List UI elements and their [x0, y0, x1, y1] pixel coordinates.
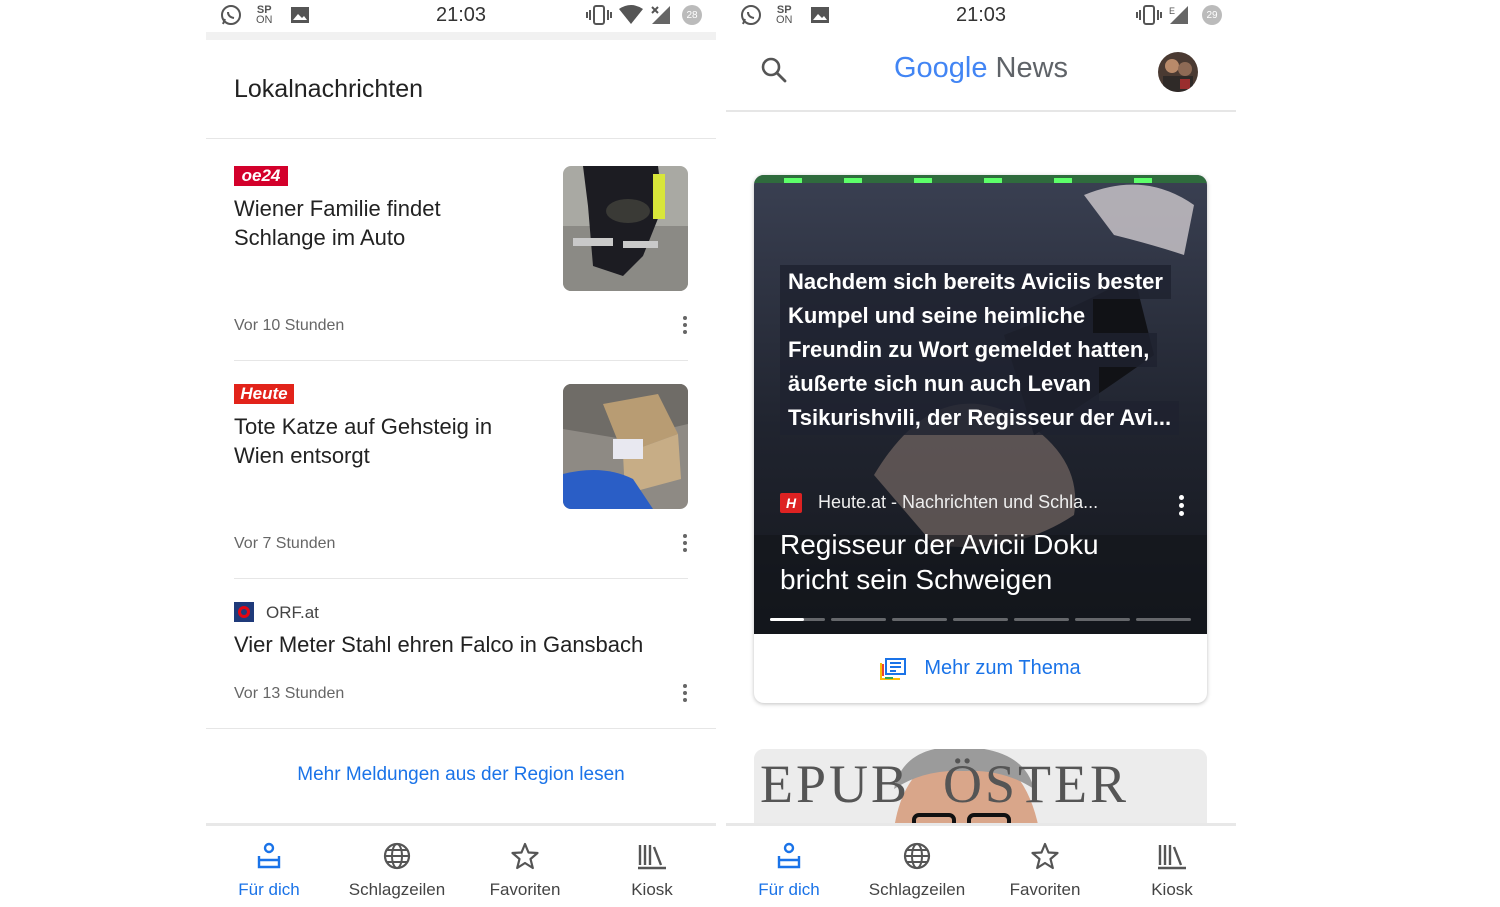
svg-text:E: E [1169, 6, 1175, 16]
for-you-icon [209, 840, 329, 872]
globe-icon [857, 840, 977, 872]
section-title: Lokalnachrichten [234, 75, 424, 103]
signal-icon: E [1168, 4, 1192, 26]
more-topic-button[interactable]: Mehr zum Thema [754, 634, 1207, 703]
story-title[interactable]: Regisseur der Avicii Doku bricht sein Sc… [780, 527, 1099, 597]
bottom-navigation: Für dich Schlagzeilen Favoriten Kiosk [206, 823, 716, 907]
divider [234, 360, 688, 361]
status-bar: SP ON 21:03 28 [206, 0, 716, 32]
wifi-icon [618, 4, 644, 26]
full-coverage-icon [880, 657, 907, 680]
bottom-navigation: Für dich Schlagzeilen Favoriten Kiosk [726, 823, 1236, 907]
heute-logo: H [780, 492, 802, 513]
story-snippet: Nachdem sich bereits Aviciis bester Kump… [780, 265, 1180, 435]
signal-icon [650, 4, 672, 26]
more-options-icon[interactable] [682, 532, 688, 554]
nav-headlines[interactable]: Schlagzeilen [337, 840, 457, 900]
more-options-icon[interactable] [1179, 495, 1185, 519]
article-card[interactable]: ORF.at Vier Meter Stahl ehren Falco in G… [234, 600, 688, 720]
nav-favorites[interactable]: Favoriten [465, 840, 585, 900]
article-time: Vor 7 Stunden [234, 535, 336, 552]
for-you-icon [729, 840, 849, 872]
right-screen: SP ON 21:03 E 29 Google News Nachdem sic… [726, 0, 1236, 907]
article-time: Vor 10 Stunden [234, 317, 345, 334]
newsstand-icon [592, 840, 712, 872]
battery-icon: 28 [682, 4, 702, 26]
divider [234, 578, 688, 579]
story-hero-image[interactable]: Nachdem sich bereits Aviciis bester Kump… [754, 175, 1207, 634]
story-card[interactable]: EPUB ÖSTER [754, 749, 1207, 829]
nav-for-you[interactable]: Für dich [729, 840, 849, 900]
article-thumbnail[interactable] [563, 166, 688, 291]
status-bar: SP ON 21:03 E 29 [726, 0, 1236, 32]
article-thumbnail[interactable] [563, 384, 688, 509]
globe-icon [337, 840, 457, 872]
app-header: Google News [726, 32, 1236, 112]
article-time: Vor 13 Stunden [234, 685, 345, 702]
article-card[interactable]: Heute Tote Katze auf Gehsteig in Wien en… [234, 384, 688, 574]
more-options-icon[interactable] [682, 682, 688, 704]
divider [206, 728, 716, 729]
vibrate-icon [586, 4, 612, 26]
article-title[interactable]: Wiener Familie findet Schlange im Auto [234, 194, 441, 252]
oe24-logo: oe24 [234, 166, 288, 186]
star-icon [985, 840, 1105, 872]
story-progress [770, 618, 1191, 621]
story-source: H Heute.at - Nachrichten und Schla... [780, 492, 1098, 513]
nav-newsstand[interactable]: Kiosk [1112, 840, 1232, 900]
heute-logo: Heute [234, 384, 294, 404]
avatar[interactable] [1158, 52, 1198, 92]
battery-icon: 29 [1202, 4, 1222, 26]
article-title[interactable]: Tote Katze auf Gehsteig in Wien entsorgt [234, 412, 492, 470]
more-options-icon[interactable] [682, 314, 688, 336]
nav-for-you[interactable]: Für dich [209, 840, 329, 900]
more-region-link[interactable]: Mehr Meldungen aus der Region lesen [206, 764, 716, 786]
orf-logo [234, 602, 254, 622]
vibrate-icon [1136, 4, 1162, 26]
star-icon [465, 840, 585, 872]
image-text: EPUB ÖSTER [760, 754, 1130, 814]
left-screen: SP ON 21:03 28 Lokalnachrichten oe24 Wien… [206, 0, 716, 907]
top-divider [206, 32, 716, 40]
newsstand-icon [1112, 840, 1232, 872]
divider [206, 138, 716, 139]
story-card[interactable]: Nachdem sich bereits Aviciis bester Kump… [754, 175, 1207, 703]
article-card[interactable]: oe24 Wiener Familie findet Schlange im A… [234, 166, 688, 356]
article-source: ORF.at [266, 603, 319, 622]
nav-favorites[interactable]: Favoriten [985, 840, 1105, 900]
nav-newsstand[interactable]: Kiosk [592, 840, 712, 900]
nav-headlines[interactable]: Schlagzeilen [857, 840, 977, 900]
article-title[interactable]: Vier Meter Stahl ehren Falco in Gansbach [234, 630, 643, 659]
